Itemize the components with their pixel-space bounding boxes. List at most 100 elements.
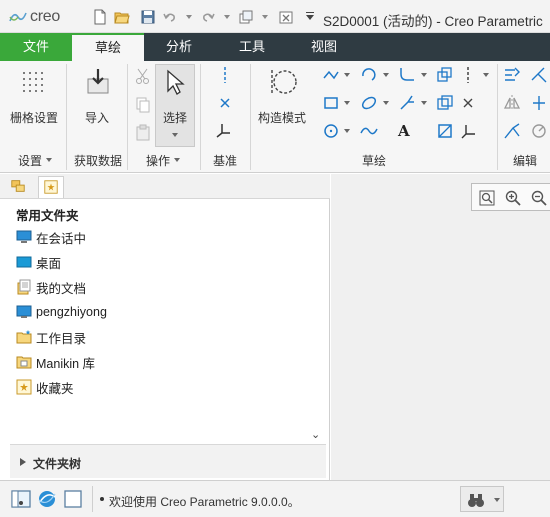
text-tool-icon[interactable]: A xyxy=(398,122,416,140)
rotate-resize-icon[interactable] xyxy=(530,122,548,140)
browser-icon[interactable] xyxy=(36,488,58,510)
undo-dropdown-icon[interactable] xyxy=(186,15,192,19)
arc-icon[interactable] xyxy=(360,66,378,84)
undo-icon[interactable] xyxy=(162,9,178,25)
ribbon-tab-bar: 文件 草绘 分析 工具 视图 xyxy=(0,33,550,61)
circle-icon[interactable] xyxy=(322,122,340,140)
folder-item-working-directory[interactable]: 工作目录 xyxy=(16,327,86,347)
binoculars-icon xyxy=(468,494,484,507)
select-label: 选择 xyxy=(163,111,188,125)
regenerate-icon[interactable] xyxy=(238,9,254,25)
group-settings-label[interactable]: 设置 xyxy=(18,152,42,169)
thicken-icon[interactable] xyxy=(436,94,454,112)
desktop-icon xyxy=(16,254,32,270)
ribbon-separator xyxy=(66,64,67,170)
customize-toolbar-icon[interactable] xyxy=(302,9,318,25)
folder-item-favorites[interactable]: 收藏夹 xyxy=(16,377,74,397)
fillet-dropdown-icon[interactable] xyxy=(421,73,427,77)
tab-analysis[interactable]: 分析 xyxy=(144,33,214,61)
toggle-navigator-icon[interactable] xyxy=(10,488,32,510)
import-button[interactable]: 导入 xyxy=(85,109,109,126)
ellipse-icon[interactable] xyxy=(360,94,378,112)
grid-settings-button[interactable]: 栅格设置 xyxy=(10,109,58,126)
tab-folder-browser[interactable] xyxy=(6,176,32,198)
datum-point-icon[interactable] xyxy=(216,94,234,112)
centerline-sketch-icon[interactable] xyxy=(459,66,477,84)
creo-logo: creo xyxy=(8,8,60,26)
paste-icon[interactable] xyxy=(134,124,152,142)
line-dropdown-icon[interactable] xyxy=(344,73,350,77)
folder-item-manikin-library[interactable]: Manikin 库 xyxy=(16,352,95,372)
tab-sketch[interactable]: 草绘 xyxy=(72,33,144,61)
construction-mode-button[interactable]: 构造模式 xyxy=(258,109,306,126)
tab-view[interactable]: 视图 xyxy=(288,33,360,61)
import-icon[interactable] xyxy=(84,67,112,95)
folder-tree-header[interactable]: 文件夹树 xyxy=(10,444,326,478)
select-button[interactable]: 选择 xyxy=(155,64,195,147)
select-dropdown-icon[interactable] xyxy=(172,133,178,137)
cut-icon[interactable] xyxy=(134,67,152,85)
graphics-area[interactable] xyxy=(331,174,550,480)
circle-dropdown-icon[interactable] xyxy=(344,129,350,133)
status-bullet xyxy=(100,497,104,501)
select-arrow-icon xyxy=(164,69,186,95)
palette-icon[interactable] xyxy=(436,122,454,140)
close-window-icon[interactable] xyxy=(278,9,294,25)
mirror-icon[interactable] xyxy=(503,94,521,112)
operations-dropdown-icon[interactable] xyxy=(174,158,180,162)
zoom-in-icon[interactable] xyxy=(504,189,522,207)
coordinate-sketch-icon[interactable] xyxy=(459,122,477,140)
new-file-icon[interactable] xyxy=(92,9,108,25)
rectangle-dropdown-icon[interactable] xyxy=(344,101,350,105)
settings-dropdown-icon[interactable] xyxy=(46,158,52,162)
redo-dropdown-icon[interactable] xyxy=(224,15,230,19)
line-icon[interactable] xyxy=(322,66,340,84)
chamfer-dropdown-icon[interactable] xyxy=(421,101,427,105)
tab-file[interactable]: 文件 xyxy=(0,33,72,61)
ellipse-dropdown-icon[interactable] xyxy=(383,101,389,105)
chamfer-icon[interactable] xyxy=(398,94,416,112)
find-dropdown-icon[interactable] xyxy=(494,498,500,502)
copy-icon[interactable] xyxy=(134,96,152,114)
folder-tree-label: 文件夹树 xyxy=(33,457,82,471)
save-icon[interactable] xyxy=(140,9,156,25)
collapse-chevron-icon[interactable]: ⌄ xyxy=(311,428,320,441)
folder-item-label: 我的文档 xyxy=(36,281,87,296)
tab-favorites[interactable] xyxy=(38,176,64,198)
arc-dropdown-icon[interactable] xyxy=(383,73,389,77)
delete-segment-icon[interactable] xyxy=(530,66,548,84)
open-folder-icon[interactable] xyxy=(114,9,130,25)
datum-coordinate-system-icon[interactable] xyxy=(214,121,232,139)
datum-centerline-icon[interactable] xyxy=(216,66,234,84)
divide-icon[interactable] xyxy=(530,94,548,112)
point-sketch-icon[interactable] xyxy=(459,94,477,112)
navigator-panel: 常用文件夹 在会话中 桌面 我的文档 pengzhiyong 工作目录 Mani xyxy=(0,174,330,480)
expand-arrow-icon xyxy=(20,458,26,466)
regenerate-dropdown-icon[interactable] xyxy=(262,15,268,19)
corner-icon[interactable] xyxy=(503,122,521,140)
tab-tools[interactable]: 工具 xyxy=(216,33,288,61)
centerline-dropdown-icon[interactable] xyxy=(483,73,489,77)
grid-settings-icon[interactable] xyxy=(21,70,47,96)
working-directory-icon xyxy=(16,329,32,345)
redo-icon[interactable] xyxy=(200,9,216,25)
folder-item-in-session[interactable]: 在会话中 xyxy=(16,227,86,247)
full-screen-icon[interactable] xyxy=(62,488,84,510)
creo-logo-mark-icon xyxy=(9,12,27,22)
spline-icon[interactable] xyxy=(360,122,378,140)
construction-mode-icon[interactable] xyxy=(268,67,298,97)
fillet-icon[interactable] xyxy=(398,66,416,84)
zoom-out-icon[interactable] xyxy=(530,189,548,207)
my-documents-icon xyxy=(16,279,32,295)
group-operations-label[interactable]: 操作 xyxy=(146,152,170,169)
find-button[interactable] xyxy=(460,486,504,512)
folder-item-desktop[interactable]: 桌面 xyxy=(16,252,61,272)
rectangle-icon[interactable] xyxy=(322,94,340,112)
zoom-fit-icon[interactable] xyxy=(478,189,496,207)
status-bar: 欢迎使用 Creo Parametric 9.0.0.0。 xyxy=(0,480,550,517)
folder-item-pengzhiyong[interactable]: pengzhiyong xyxy=(16,302,107,322)
folder-item-my-documents[interactable]: 我的文档 xyxy=(16,277,86,297)
ribbon-separator xyxy=(497,64,498,170)
modify-icon[interactable] xyxy=(503,66,521,84)
offset-icon[interactable] xyxy=(436,66,454,84)
